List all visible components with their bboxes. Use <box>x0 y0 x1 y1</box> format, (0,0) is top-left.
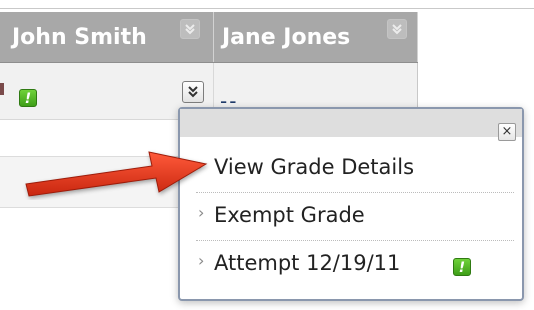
menu-item-label: View Grade Details <box>214 155 415 179</box>
menu-item-exempt-grade[interactable]: › Exempt Grade <box>196 195 514 241</box>
chevron-right-icon: › <box>198 251 205 270</box>
chevron-right-icon: › <box>198 203 205 222</box>
chevron-double-down-icon[interactable] <box>387 19 407 39</box>
column-title: Jane Jones <box>222 25 351 50</box>
needs-grading-icon: ! <box>19 89 37 107</box>
column-header-john-smith[interactable]: John Smith <box>0 12 214 62</box>
column-header-row: John Smith Jane Jones <box>0 12 418 63</box>
row-marker <box>0 83 4 95</box>
menu-item-view-grade-details[interactable]: › View Grade Details <box>196 147 514 193</box>
grade-context-menu: × › View Grade Details › Exempt Grade › … <box>178 107 524 301</box>
chevron-double-down-icon[interactable] <box>180 19 200 39</box>
red-pointer-arrow <box>25 151 208 197</box>
context-menu-header <box>180 109 522 137</box>
menu-item-attempt[interactable]: › Attempt 12/19/11 ! <box>196 243 514 289</box>
grade-center-screenshot: John Smith Jane Jones ! -- × View Grade … <box>0 0 534 310</box>
menu-item-label: Exempt Grade <box>214 203 365 227</box>
column-title: John Smith <box>12 25 147 50</box>
close-icon[interactable]: × <box>498 123 516 141</box>
needs-grading-icon: ! <box>453 258 471 276</box>
column-header-jane-jones[interactable]: Jane Jones <box>214 12 418 62</box>
top-divider <box>0 0 534 10</box>
chevron-double-down-icon[interactable] <box>182 81 204 103</box>
menu-item-label: Attempt 12/19/11 <box>214 251 401 275</box>
